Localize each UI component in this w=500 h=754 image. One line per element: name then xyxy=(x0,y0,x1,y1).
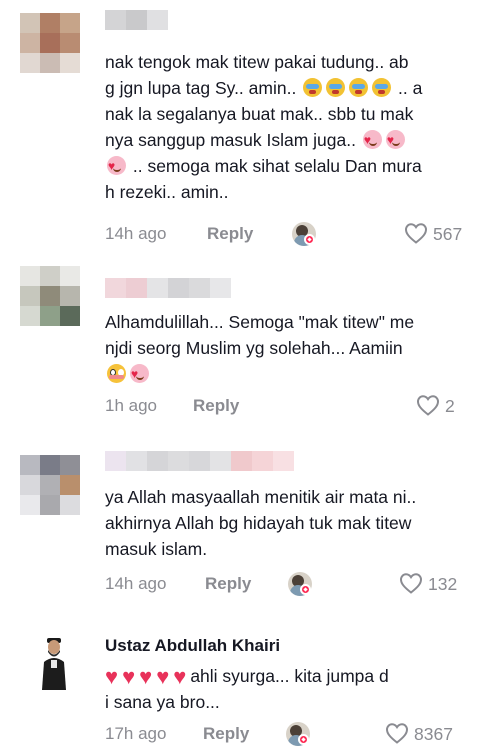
avatar[interactable] xyxy=(34,632,74,692)
avatar[interactable] xyxy=(20,266,80,326)
comment-time: 17h ago xyxy=(105,724,167,743)
smiling-hearts-emoji xyxy=(385,127,405,153)
like-count: 2 xyxy=(445,396,455,416)
reply-button[interactable]: Reply xyxy=(193,396,239,416)
comment-text-segment: .. semoga mak sihat selalu Dan mura h re… xyxy=(105,156,422,202)
comment-text: Alhamdulillah... Semoga "mak titew" me n… xyxy=(105,309,475,387)
comment-time: 1h ago xyxy=(105,396,157,415)
crying-face-emoji xyxy=(326,78,346,97)
comment-time: 14h ago xyxy=(105,224,167,243)
red-heart-emoji: ♥ xyxy=(139,664,153,689)
comment-text: nak tengok mak titew pakai tudung.. ab g… xyxy=(105,49,475,205)
red-heart-emoji: ♥ xyxy=(105,664,119,689)
avatar-figure-icon xyxy=(34,632,74,692)
heart-outline-icon xyxy=(399,573,423,594)
crying-face-emoji xyxy=(303,78,323,97)
heart-outline-icon xyxy=(416,395,440,416)
flushed-face-emoji xyxy=(107,364,126,383)
like-count: 8367 xyxy=(414,724,453,744)
smiling-hearts-emoji xyxy=(130,361,149,387)
smiling-hearts-emoji xyxy=(362,127,382,153)
reply-button[interactable]: Reply xyxy=(207,224,253,244)
creator-liked-badge-icon xyxy=(300,584,311,595)
heart-outline-icon xyxy=(404,223,428,244)
creator-liked-badge-icon xyxy=(304,234,315,245)
reply-button[interactable]: Reply xyxy=(205,574,251,594)
comment-text: ♥ ♥ ♥ ♥ ♥ ahli syurga... kita jumpa d i sana … xyxy=(105,663,475,715)
like-count: 132 xyxy=(428,574,458,594)
smiling-hearts-emoji xyxy=(107,153,126,179)
username-blurred[interactable] xyxy=(105,10,168,30)
heart-outline-icon xyxy=(385,723,409,744)
red-heart-emoji: ♥ xyxy=(173,664,187,689)
creator-liked-badge-icon xyxy=(298,734,309,745)
username[interactable]: Ustaz Abdullah Khairi xyxy=(105,636,280,656)
crying-face-emoji xyxy=(372,78,392,97)
username-blurred[interactable] xyxy=(105,451,294,471)
red-heart-emoji: ♥ xyxy=(156,664,170,689)
reply-button[interactable]: Reply xyxy=(203,724,249,744)
avatar[interactable] xyxy=(20,13,80,73)
crying-face-emoji xyxy=(349,78,369,97)
comment-text: ya Allah masyaallah menitik air mata ni.… xyxy=(105,484,475,562)
like-count: 567 xyxy=(433,224,463,244)
comment-text-segment: Alhamdulillah... Semoga "mak titew" me n… xyxy=(105,312,415,358)
red-heart-emoji: ♥ xyxy=(122,664,136,689)
comment-time: 14h ago xyxy=(105,574,167,593)
comment-text-segment: ya Allah masyaallah menitik air mata ni.… xyxy=(105,487,417,559)
username-blurred[interactable] xyxy=(105,278,231,298)
avatar[interactable] xyxy=(20,455,80,515)
